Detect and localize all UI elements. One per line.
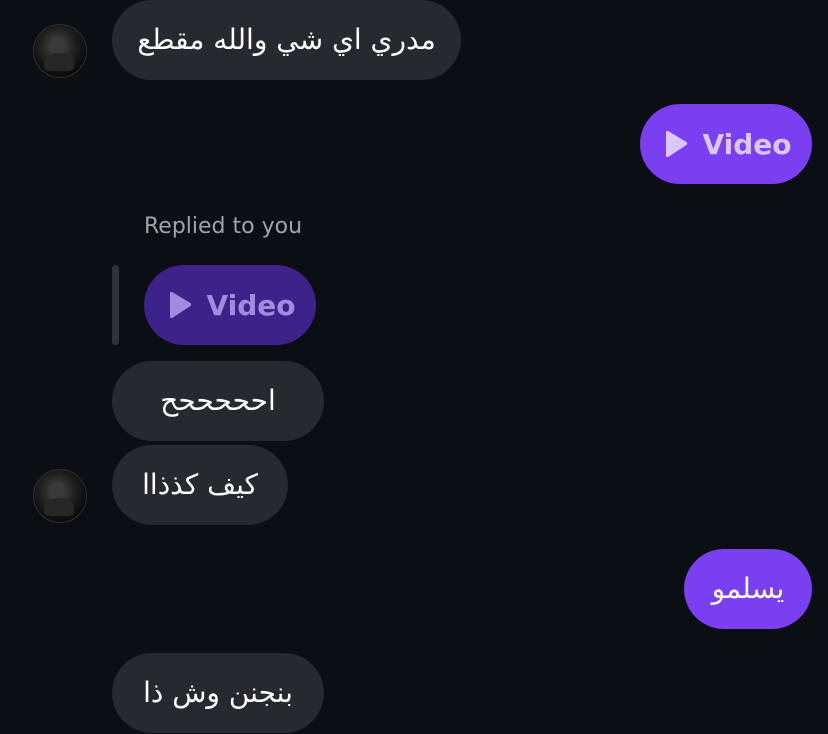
contact-avatar[interactable] (33, 24, 87, 78)
replied-to-you-label: Replied to you (144, 214, 303, 239)
incoming-message[interactable]: بنجنن وش ذا (112, 653, 324, 733)
message-text: بنجنن وش ذا (143, 676, 293, 709)
outgoing-video-message[interactable]: Video (640, 104, 812, 184)
replied-video-preview[interactable]: Video (144, 265, 316, 345)
play-icon (660, 129, 690, 159)
outgoing-message[interactable]: يسلمو (684, 549, 812, 629)
incoming-message[interactable]: احححححح (112, 361, 324, 441)
video-label: Video (206, 288, 296, 322)
incoming-message[interactable]: مدري اي شي والله مقطع (112, 0, 461, 80)
message-text: مدري اي شي والله مقطع (137, 23, 436, 56)
chat-thread: مدري اي شي والله مقطع Video Replied to y… (0, 0, 828, 734)
play-icon (164, 290, 194, 320)
message-text: احححححح (160, 384, 276, 417)
contact-avatar[interactable] (33, 469, 87, 523)
message-text: يسلمو (711, 572, 785, 605)
incoming-message[interactable]: كيف كذذاا (112, 445, 288, 525)
reply-indicator-bar (112, 265, 119, 345)
video-label: Video (702, 127, 792, 161)
message-text: كيف كذذاا (142, 468, 258, 501)
